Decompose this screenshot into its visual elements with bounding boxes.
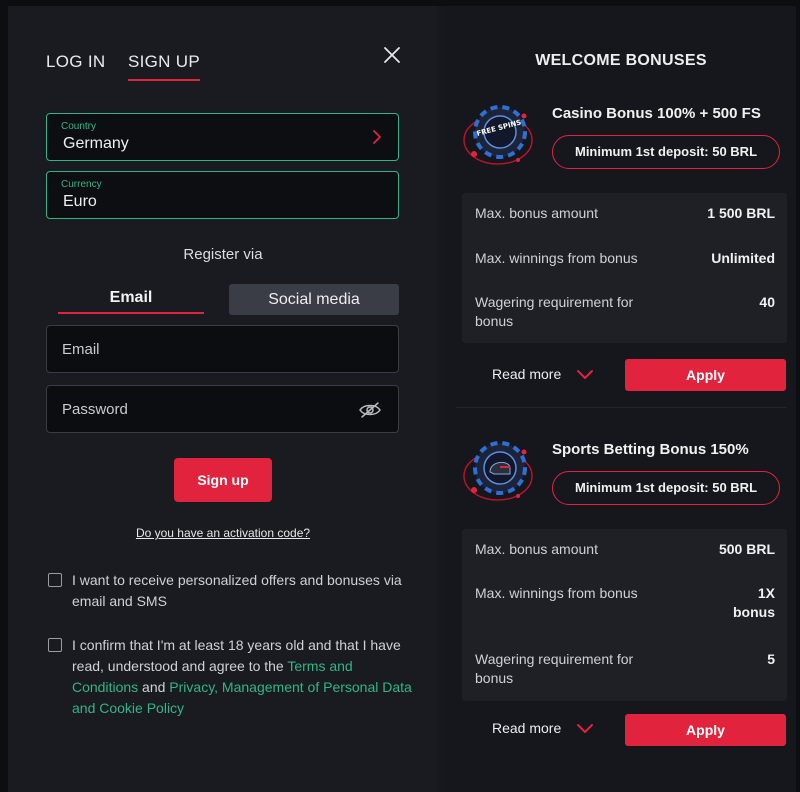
read-more-label: Read more (492, 366, 562, 382)
auth-modal: LOG IN SIGN UP Country Germany Currency … (8, 6, 796, 792)
stat-value: 500 BRL (718, 541, 775, 557)
welcome-bonuses-title: WELCOME BONUSES (535, 52, 707, 69)
free-spins-chip-icon: FREE SPINS (463, 105, 533, 165)
country-label: Country (61, 121, 97, 132)
email-field-wrapper (46, 325, 399, 373)
bonus-stats: Max. bonus amount 1 500 BRL Max. winning… (462, 193, 787, 343)
apply-button[interactable]: Apply (625, 714, 786, 746)
tab-email-indicator (58, 312, 204, 314)
min-deposit-badge: Minimum 1st deposit: 50 BRL (552, 135, 780, 169)
bonus-title: Casino Bonus 100% + 500 FS (552, 105, 761, 122)
age-consent-text: I confirm that I'm at least 18 years old… (72, 635, 412, 719)
country-value: Germany (63, 135, 129, 152)
currency-select[interactable]: Currency Euro (46, 171, 399, 219)
register-via-heading: Register via (183, 246, 263, 263)
offers-consent-text: I want to receive personalized offers an… (72, 572, 402, 609)
stat-value: 40 (759, 294, 775, 310)
currency-label: Currency (61, 179, 102, 190)
stat-label: Max. bonus amount (475, 205, 598, 221)
stat-value: 1 500 BRL (707, 205, 775, 221)
chevron-down-icon (577, 724, 593, 733)
bonus-title: Sports Betting Bonus 150% (552, 441, 749, 458)
stat-label: Wagering requirement for bonus (475, 294, 634, 329)
tab-signup-label: SIGN UP (128, 52, 201, 71)
currency-value: Euro (63, 193, 97, 210)
password-field-wrapper (46, 385, 399, 433)
age-checkbox[interactable] (48, 638, 62, 652)
stat-label: Max. winnings from bonus (475, 250, 638, 266)
stat-value: Unlimited (711, 250, 775, 266)
read-more-button[interactable]: Read more (492, 366, 593, 382)
tab-email[interactable]: Email (58, 284, 204, 314)
sign-up-button[interactable]: Sign up (174, 458, 272, 502)
activation-code-link[interactable]: Do you have an activation code? (8, 526, 438, 540)
stat-label: Max. winnings from bonus (475, 585, 638, 601)
tab-login[interactable]: LOG IN (46, 52, 105, 72)
offers-checkbox[interactable] (48, 573, 62, 587)
bonus-stats: Max. bonus amount 500 BRL Max. winnings … (462, 529, 787, 701)
sports-chip-icon (463, 441, 533, 501)
country-select[interactable]: Country Germany (46, 113, 399, 161)
stat-label: Max. bonus amount (475, 541, 598, 557)
welcome-bonuses-panel: WELCOME BONUSES FREE SPINS Casino Bonus … (446, 6, 796, 792)
stat-label: Wagering requirement for bonus (475, 651, 634, 686)
age-consent-and: and (138, 679, 170, 695)
min-deposit-badge: Minimum 1st deposit: 50 BRL (552, 471, 780, 505)
tab-signup[interactable]: SIGN UP (128, 52, 201, 81)
chevron-right-icon (373, 130, 381, 144)
chevron-down-icon (577, 370, 593, 379)
bonus-divider (456, 407, 786, 408)
password-field[interactable] (47, 386, 398, 432)
read-more-label: Read more (492, 720, 562, 736)
email-field[interactable] (47, 326, 398, 372)
tab-active-indicator (128, 79, 201, 81)
read-more-button[interactable]: Read more (492, 720, 593, 736)
stat-value: 5 (767, 651, 775, 667)
stat-value: 1X bonus (733, 585, 775, 620)
eye-off-icon[interactable] (358, 401, 382, 419)
close-icon[interactable] (381, 44, 403, 66)
apply-button[interactable]: Apply (625, 359, 786, 391)
signup-panel: LOG IN SIGN UP Country Germany Currency … (8, 6, 438, 792)
tab-social-media[interactable]: Social media (229, 284, 399, 315)
tab-email-label: Email (109, 289, 153, 306)
